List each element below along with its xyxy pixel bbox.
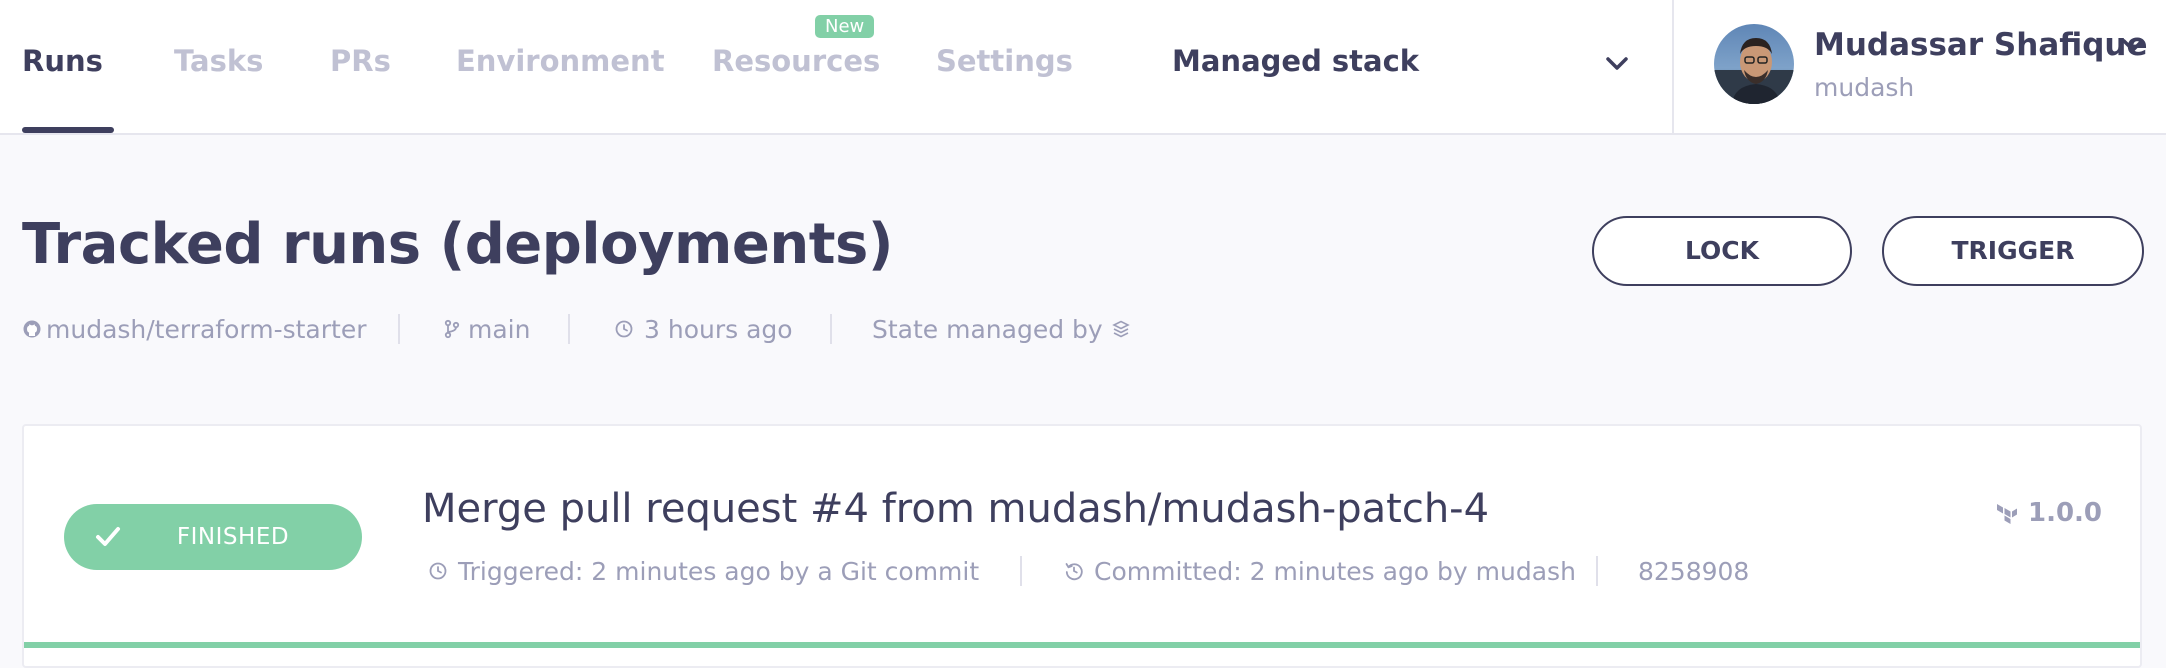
page-title: Tracked runs (deployments) <box>22 212 893 277</box>
meta-separator <box>1596 556 1598 586</box>
repo-link[interactable]: mudash/terraform-starter <box>22 312 367 346</box>
run-committed-text: Committed: 2 minutes ago by mudash <box>1094 556 1576 586</box>
top-navigation-bar: Runs Tasks PRs Environment Resources New… <box>0 0 2166 135</box>
avatar[interactable] <box>1714 24 1794 104</box>
new-badge: New <box>815 15 875 38</box>
last-updated: 3 hours ago <box>614 312 793 346</box>
tab-tasks[interactable]: Tasks <box>174 44 263 78</box>
commit-sha-text: 8258908 <box>1638 556 1750 586</box>
last-updated-text: 3 hours ago <box>644 314 793 344</box>
spacelift-logo-icon <box>1111 320 1130 338</box>
user-name: Mudassar Shafique <box>1814 27 2148 63</box>
meta-separator <box>830 314 832 344</box>
run-triggered-text: Triggered: 2 minutes ago by a Git commit <box>458 556 980 586</box>
trigger-button[interactable]: TRIGGER <box>1882 216 2144 286</box>
header-divider <box>1672 0 1674 133</box>
stack-selector-label: Managed stack <box>1172 44 1420 78</box>
meta-separator <box>1020 556 1022 586</box>
commit-sha[interactable]: 8258908 <box>1638 554 1749 588</box>
tab-runs[interactable]: Runs <box>22 44 103 78</box>
tab-prs[interactable]: PRs <box>330 44 391 78</box>
stack-selector[interactable]: Managed stack <box>1172 0 1672 133</box>
user-menu[interactable]: Mudassar Shafique mudash <box>1714 0 2154 133</box>
run-committed: Committed: 2 minutes ago by mudash <box>1064 554 1576 588</box>
repo-name: mudash/terraform-starter <box>46 314 367 344</box>
clock-icon <box>429 562 447 580</box>
tab-environment[interactable]: Environment <box>456 44 665 78</box>
chevron-down-icon <box>1606 57 1628 70</box>
history-icon <box>1065 563 1083 581</box>
branch-link[interactable]: main <box>442 312 530 346</box>
user-handle: mudash <box>1814 73 1915 102</box>
run-triggered: Triggered: 2 minutes ago by a Git commit <box>428 554 979 588</box>
state-managed-by-text: State managed by <box>872 314 1103 344</box>
tab-settings[interactable]: Settings <box>936 44 1073 78</box>
clock-icon <box>615 320 633 338</box>
run-status-bar <box>24 642 2140 648</box>
state-managed-by: State managed by <box>872 312 1131 346</box>
tab-resources[interactable]: Resources <box>712 44 880 78</box>
github-icon <box>23 320 41 338</box>
status-badge[interactable]: FINISHED <box>64 504 362 570</box>
meta-separator <box>568 314 570 344</box>
branch-name: main <box>468 314 531 344</box>
git-branch-icon <box>444 319 460 339</box>
lock-button[interactable]: LOCK <box>1592 216 1852 286</box>
terraform-version: 1.0.0 <box>1996 498 2102 528</box>
run-card[interactable]: FINISHED Merge pull request #4 from muda… <box>22 424 2142 668</box>
meta-separator <box>398 314 400 344</box>
active-tab-indicator <box>22 127 114 133</box>
status-label: FINISHED <box>176 524 290 550</box>
terraform-icon <box>1997 504 2017 524</box>
chevron-down-icon <box>2122 39 2144 52</box>
run-title[interactable]: Merge pull request #4 from mudash/mudash… <box>422 486 1489 532</box>
terraform-version-text: 1.0.0 <box>2028 498 2103 528</box>
